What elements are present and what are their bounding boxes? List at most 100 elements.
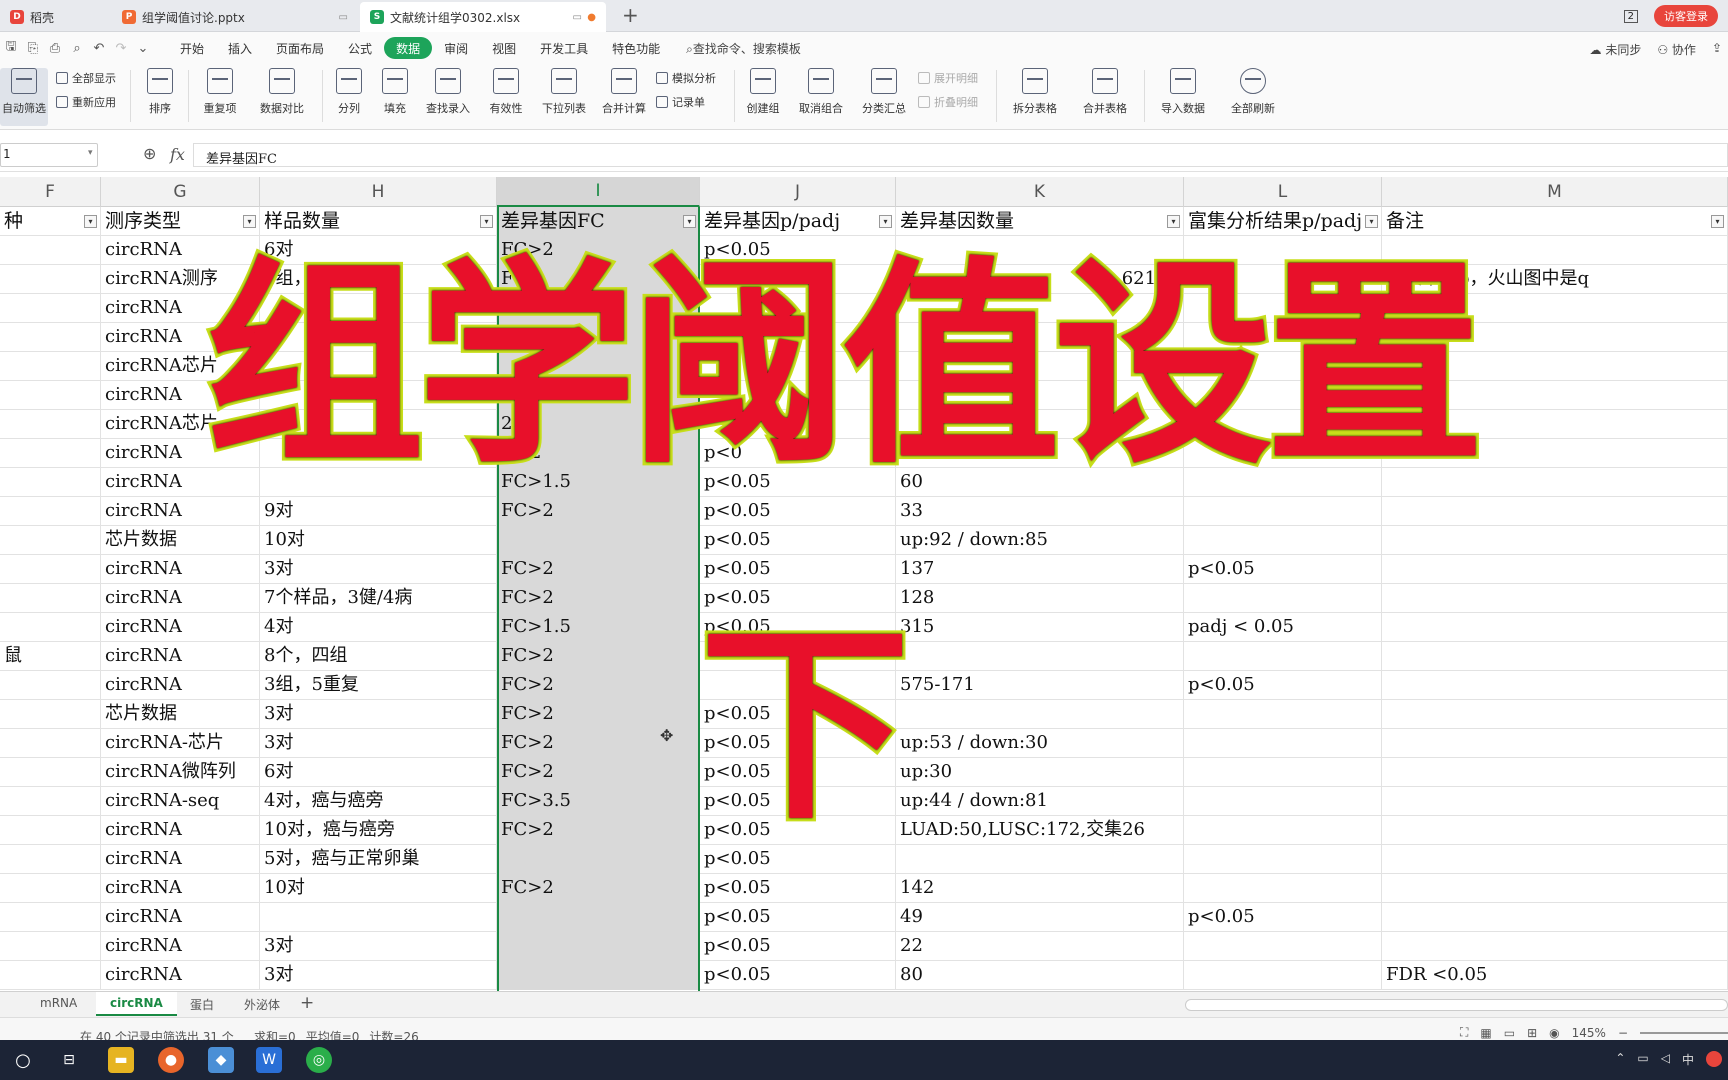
filter-dropdown-icon[interactable]: ▾ bbox=[1711, 215, 1724, 228]
table-cell[interactable] bbox=[1184, 439, 1382, 468]
menu-start[interactable]: 开始 bbox=[168, 37, 216, 59]
table-cell[interactable]: circRNA bbox=[101, 323, 260, 352]
table-cell[interactable]: 3对 bbox=[260, 700, 497, 729]
table-cell[interactable]: circRNA bbox=[101, 555, 260, 584]
table-cell[interactable]: 6对 bbox=[260, 236, 497, 265]
refresh-all-button[interactable]: 全部刷新 bbox=[1222, 68, 1284, 126]
file-tab-docer[interactable]: D 稻壳 bbox=[0, 2, 110, 32]
table-cell[interactable]: padj < 0.05 bbox=[1184, 613, 1382, 642]
table-cell[interactable]: p<0.05 bbox=[700, 729, 896, 758]
table-cell[interactable]: 3组，5重复 bbox=[260, 671, 497, 700]
table-cell[interactable] bbox=[0, 613, 101, 642]
header-cell[interactable]: 差异基因数量 ▾ bbox=[896, 207, 1184, 236]
table-cell[interactable]: 8个，四组 bbox=[260, 642, 497, 671]
table-cell[interactable]: FC>2 bbox=[497, 758, 700, 787]
split-table-button[interactable]: 拆分表格 bbox=[1004, 68, 1066, 126]
sort-button[interactable]: 排序 bbox=[140, 68, 180, 126]
table-cell[interactable]: up:92 / down:85 bbox=[896, 526, 1184, 555]
table-cell[interactable] bbox=[0, 961, 101, 990]
table-cell[interactable]: 22 bbox=[896, 932, 1184, 961]
table-cell[interactable]: 80 bbox=[896, 961, 1184, 990]
table-cell[interactable] bbox=[0, 555, 101, 584]
table-cell[interactable] bbox=[0, 874, 101, 903]
column-header-m[interactable]: M bbox=[1382, 177, 1728, 207]
table-cell[interactable] bbox=[1184, 700, 1382, 729]
table-cell[interactable] bbox=[1184, 497, 1382, 526]
table-cell[interactable]: 芯片数据 bbox=[101, 526, 260, 555]
table-cell[interactable]: circRNA芯片 bbox=[101, 410, 260, 439]
table-cell[interactable] bbox=[896, 439, 1184, 468]
fill-button[interactable]: 填充 bbox=[376, 68, 414, 126]
table-cell[interactable]: 2组，每组2重复 bbox=[260, 265, 497, 294]
menu-developer[interactable]: 开发工具 bbox=[528, 37, 600, 59]
task-view-icon[interactable]: ⊟ bbox=[56, 1047, 82, 1073]
table-cell[interactable] bbox=[497, 961, 700, 990]
table-cell[interactable]: 3对 bbox=[260, 729, 497, 758]
table-cell[interactable]: 10对，癌与癌旁 bbox=[260, 816, 497, 845]
table-cell[interactable] bbox=[260, 381, 497, 410]
collab-button[interactable]: ⚇ 协作 bbox=[1657, 41, 1696, 58]
table-cell[interactable] bbox=[0, 845, 101, 874]
table-cell[interactable]: 315 bbox=[896, 613, 1184, 642]
table-cell[interactable]: FC>2 bbox=[497, 584, 700, 613]
table-cell[interactable] bbox=[896, 381, 1184, 410]
file-tab-pptx[interactable]: P 组学阈值讨论.pptx ▭ bbox=[112, 2, 358, 32]
table-cell[interactable] bbox=[1184, 323, 1382, 352]
table-cell[interactable]: circRNA bbox=[101, 439, 260, 468]
ungroup-button[interactable]: 取消组合 bbox=[790, 68, 852, 126]
table-cell[interactable] bbox=[0, 700, 101, 729]
column-header-l[interactable]: L bbox=[1184, 177, 1382, 207]
table-cell[interactable] bbox=[0, 758, 101, 787]
table-cell[interactable] bbox=[1184, 729, 1382, 758]
header-cell[interactable]: 富集分析结果p/padj ▾ bbox=[1184, 207, 1382, 236]
table-cell[interactable]: FC>2 bbox=[497, 497, 700, 526]
sheet-tab-protein[interactable]: 蛋白 bbox=[176, 992, 228, 1016]
table-cell[interactable] bbox=[1382, 613, 1728, 642]
table-cell[interactable] bbox=[896, 323, 1184, 352]
menu-formula[interactable]: 公式 bbox=[336, 37, 384, 59]
table-cell[interactable] bbox=[0, 236, 101, 265]
table-cell[interactable] bbox=[260, 294, 497, 323]
split-button[interactable]: 分列 bbox=[330, 68, 368, 126]
table-cell[interactable]: p<0.05 bbox=[700, 468, 896, 497]
table-cell[interactable] bbox=[497, 932, 700, 961]
table-cell[interactable]: circRNA bbox=[101, 874, 260, 903]
table-cell[interactable] bbox=[896, 700, 1184, 729]
table-cell[interactable]: p<0.05 bbox=[700, 700, 896, 729]
table-cell[interactable] bbox=[1382, 236, 1728, 265]
table-cell[interactable] bbox=[1184, 526, 1382, 555]
table-cell[interactable]: 575-171 bbox=[896, 671, 1184, 700]
table-cell[interactable] bbox=[1382, 526, 1728, 555]
table-cell[interactable] bbox=[1382, 555, 1728, 584]
app-icon[interactable]: ◆ bbox=[208, 1047, 234, 1073]
table-cell[interactable]: p<0 bbox=[700, 439, 896, 468]
expand-detail-button[interactable]: 展开明细 bbox=[918, 70, 978, 86]
formula-input[interactable]: 差异基因FC bbox=[193, 143, 1728, 167]
table-cell[interactable] bbox=[700, 352, 896, 381]
table-cell[interactable] bbox=[896, 294, 1184, 323]
table-cell[interactable]: circRNA bbox=[101, 671, 260, 700]
show-all-button[interactable]: 全部显示 bbox=[56, 70, 116, 86]
table-cell[interactable] bbox=[1382, 352, 1728, 381]
header-cell[interactable]: 样品数量 ▾ bbox=[260, 207, 497, 236]
table-cell[interactable]: 4对，癌与癌旁 bbox=[260, 787, 497, 816]
table-cell[interactable]: FC>2 bbox=[497, 642, 700, 671]
table-cell[interactable] bbox=[700, 642, 896, 671]
table-cell[interactable] bbox=[260, 903, 497, 932]
dropdown-list-button[interactable]: 下拉列表 bbox=[538, 68, 590, 126]
table-cell[interactable]: circRNA测序 bbox=[101, 265, 260, 294]
table-cell[interactable]: C>2 bbox=[497, 439, 700, 468]
table-cell[interactable] bbox=[0, 439, 101, 468]
table-cell[interactable] bbox=[1184, 874, 1382, 903]
table-cell[interactable]: circRNA芯片 bbox=[101, 352, 260, 381]
table-cell[interactable] bbox=[1382, 323, 1728, 352]
table-cell[interactable]: circRNA bbox=[101, 497, 260, 526]
column-header-f[interactable]: F bbox=[0, 177, 101, 207]
table-cell[interactable] bbox=[497, 845, 700, 874]
table-cell[interactable] bbox=[0, 584, 101, 613]
table-cell[interactable]: 9对 bbox=[260, 497, 497, 526]
table-cell[interactable] bbox=[1184, 787, 1382, 816]
save-icon[interactable]: 🖫 bbox=[0, 37, 22, 59]
monitor-icon[interactable]: ▭ bbox=[339, 12, 348, 23]
column-header-k[interactable]: K bbox=[896, 177, 1184, 207]
